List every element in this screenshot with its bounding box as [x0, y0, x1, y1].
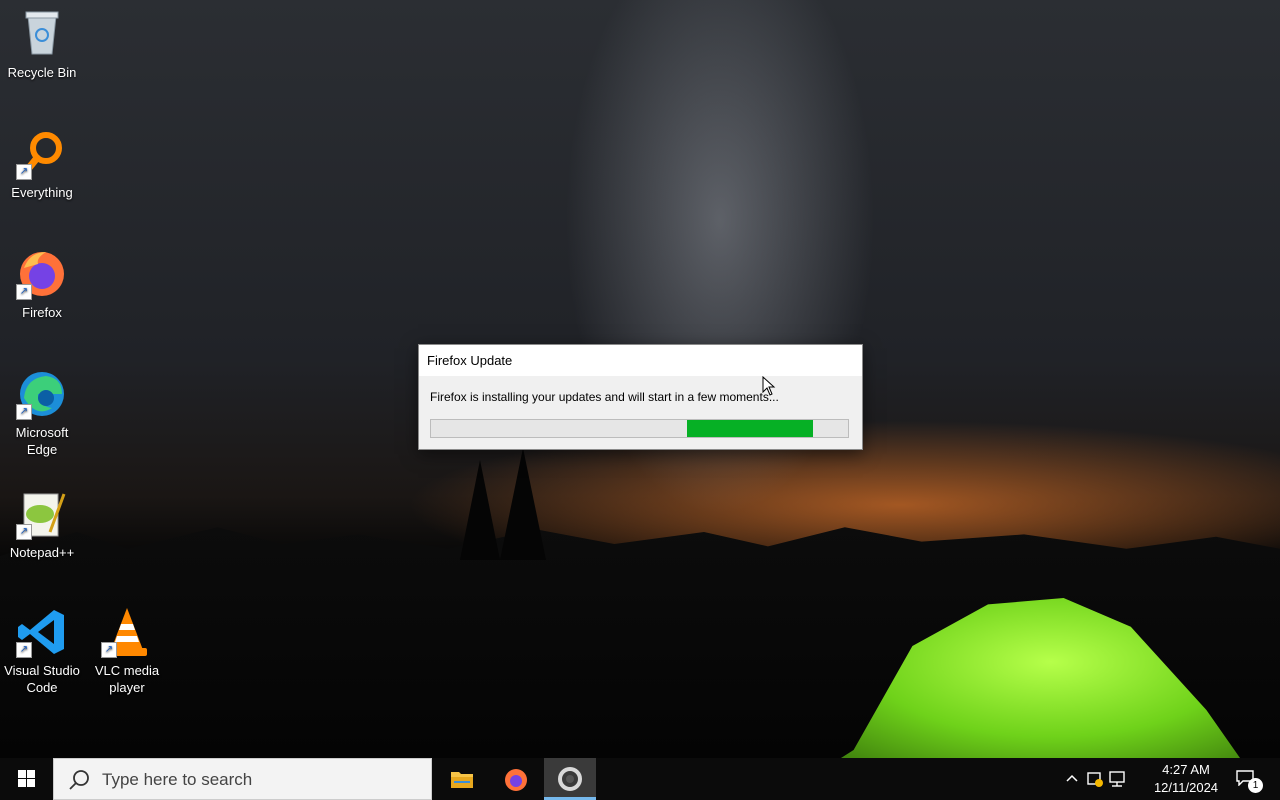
- desktop-icon-notepadpp[interactable]: ↗ Notepad++: [0, 488, 84, 561]
- shortcut-arrow-icon: ↗: [16, 524, 32, 540]
- desktop-icon-label: Firefox: [22, 305, 62, 320]
- desktop-icon-vscode[interactable]: ↗ Visual Studio Code: [0, 606, 84, 696]
- shortcut-arrow-icon: ↗: [16, 642, 32, 658]
- edge-icon: ↗: [16, 368, 68, 420]
- taskbar: 4:27 AM 12/11/2024 1: [0, 758, 1280, 800]
- tree-silhouette: [460, 460, 500, 560]
- shortcut-arrow-icon: ↗: [101, 642, 117, 658]
- clock-date: 12/11/2024: [1153, 780, 1219, 795]
- desktop-icon-label: Everything: [11, 185, 73, 200]
- dialog-message: Firefox is installing your updates and w…: [430, 390, 779, 404]
- clock-time: 4:27 AM: [1162, 762, 1210, 777]
- chevron-up-icon: [1066, 774, 1078, 782]
- desktop-icon-microsoft-edge[interactable]: ↗ Microsoft Edge: [0, 368, 84, 458]
- desktop-icon-everything[interactable]: ↗ Everything: [0, 128, 84, 201]
- tree-silhouette: [500, 448, 546, 560]
- vlc-icon: ↗: [101, 606, 153, 658]
- shortcut-arrow-icon: ↗: [16, 284, 32, 300]
- windows-logo-icon: [18, 770, 35, 787]
- tray-security-icon[interactable]: [1084, 758, 1104, 800]
- tray-network-icon[interactable]: [1106, 758, 1128, 800]
- notification-count-badge: 1: [1248, 778, 1263, 793]
- desktop-icon-label: Visual Studio Code: [4, 663, 80, 695]
- taskbar-search-box[interactable]: [53, 758, 432, 800]
- taskbar-firefox[interactable]: [490, 758, 542, 800]
- vscode-icon: ↗: [16, 606, 68, 658]
- start-button[interactable]: [0, 758, 52, 800]
- folder-icon: [451, 772, 473, 788]
- tray-show-hidden-icons[interactable]: [1062, 758, 1082, 800]
- search-icon: [69, 770, 89, 790]
- mouse-cursor-icon: [762, 376, 776, 396]
- desktop-icon-label: VLC media player: [94, 663, 160, 695]
- taskbar-firefox-updater[interactable]: [544, 758, 596, 800]
- updater-icon: [558, 767, 582, 791]
- shortcut-arrow-icon: ↗: [16, 404, 32, 420]
- search-magnifier-icon: ↗: [16, 128, 68, 180]
- update-progress-bar: [430, 419, 849, 438]
- taskbar-clock[interactable]: 4:27 AM 12/11/2024: [1140, 761, 1232, 797]
- desktop-icon-label: Recycle Bin: [7, 65, 77, 80]
- action-center-button[interactable]: 1: [1232, 758, 1272, 800]
- desktop-icon-vlc[interactable]: ↗ VLC media player: [85, 606, 169, 696]
- desktop-icon-recycle-bin[interactable]: Recycle Bin: [0, 8, 84, 81]
- recycle-bin-icon: [16, 8, 68, 60]
- taskbar-file-explorer[interactable]: [436, 758, 488, 800]
- notepadpp-icon: ↗: [16, 488, 68, 540]
- desktop-icon-firefox[interactable]: ↗ Firefox: [0, 248, 84, 321]
- firefox-icon: [505, 769, 527, 791]
- desktop-icon-label: Microsoft Edge: [15, 425, 69, 457]
- network-icon: [1109, 771, 1125, 787]
- firefox-update-dialog: Firefox Update Firefox is installing you…: [418, 344, 863, 450]
- search-input[interactable]: [100, 767, 424, 793]
- dialog-title: Firefox Update: [419, 345, 862, 376]
- shield-warning-icon: [1087, 772, 1103, 787]
- desktop-icon-label: Notepad++: [9, 545, 75, 560]
- firefox-icon: ↗: [16, 248, 68, 300]
- shortcut-arrow-icon: ↗: [16, 164, 32, 180]
- progress-fill: [687, 420, 813, 437]
